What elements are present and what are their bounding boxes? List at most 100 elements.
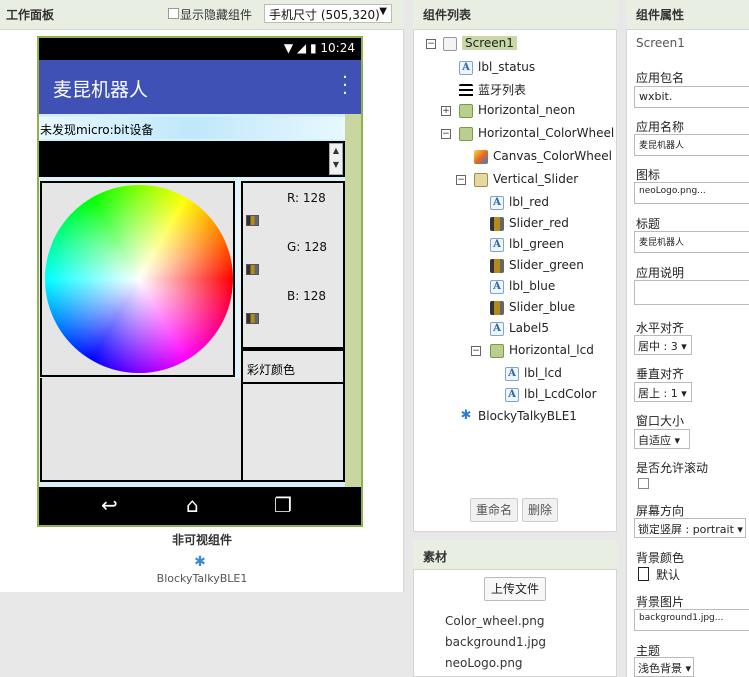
- app-name-label: 应用名称: [636, 120, 685, 134]
- vertical-arrangement-icon: [474, 172, 488, 187]
- app-name-input[interactable]: 麦昆机器人: [634, 134, 749, 156]
- screen-icon: [443, 36, 457, 51]
- tree-item-lbl-green[interactable]: Albl_green: [490, 237, 564, 255]
- tree-item-bluetooth-list[interactable]: 蓝牙列表: [459, 81, 526, 99]
- collapse-toggle-icon[interactable]: −: [471, 346, 481, 356]
- slider-red[interactable]: [246, 215, 259, 226]
- horizontal-arrangement-icon: [490, 343, 504, 358]
- recents-icon[interactable]: ❐: [274, 493, 292, 517]
- assets-header: 素材: [413, 540, 617, 570]
- canvas-colorwheel[interactable]: [40, 181, 235, 377]
- collapse-toggle-icon[interactable]: −: [441, 129, 451, 139]
- properties-title: 组件属性: [636, 8, 685, 22]
- lbl-red[interactable]: R: 128: [287, 191, 326, 205]
- horizontal-arrangement-icon: [459, 103, 473, 118]
- collapse-toggle-icon[interactable]: −: [426, 39, 436, 49]
- slider-green[interactable]: [246, 264, 259, 275]
- tree-item-canvas-colorwheel[interactable]: Canvas_ColorWheel: [474, 149, 612, 167]
- overflow-menu-icon[interactable]: · · ·: [341, 69, 349, 103]
- horizontal-arrangement-icon: [459, 126, 473, 141]
- properties-header: 组件属性: [626, 0, 749, 30]
- tree-item-blockytalkyble1[interactable]: ✱ BlockyTalkyBLE1: [459, 409, 577, 427]
- label-icon: A: [505, 366, 519, 381]
- scrollable-label: 是否允许滚动: [636, 461, 709, 475]
- package-name-label: 应用包名: [636, 71, 685, 85]
- nonvisible-component-name[interactable]: BlockyTalkyBLE1: [0, 572, 404, 585]
- bg-color-swatch[interactable]: [638, 567, 649, 581]
- wifi-icon: ▼: [283, 41, 294, 55]
- vertical-slider-arrangement: R: 128 G: 128 B: 128: [241, 181, 345, 349]
- bluetooth-icon[interactable]: ✱: [193, 554, 207, 570]
- tree-item-lbl-red[interactable]: Albl_red: [490, 195, 549, 213]
- slider-icon: [490, 300, 504, 315]
- show-hidden-label[interactable]: 显示隐藏组件: [180, 6, 252, 23]
- label-icon: A: [490, 195, 504, 210]
- phone-size-select[interactable]: 手机尺寸 (505,320) ▼: [264, 4, 392, 23]
- tree-item-vertical-slider[interactable]: Vertical_Slider: [474, 172, 578, 190]
- nonvisible-components-title: 非可视组件: [171, 533, 232, 547]
- bg-color-label: 背景颜色: [636, 551, 685, 565]
- components-title: 组件列表: [423, 8, 472, 22]
- status-icons: ▼ ◢ ▮ 10:24: [284, 41, 355, 55]
- horizontal-align-select[interactable]: 居中 : 3 ▾: [634, 335, 692, 355]
- tree-item-lbl-blue[interactable]: Albl_blue: [490, 279, 555, 297]
- tree-item-slider-blue[interactable]: Slider_blue: [490, 300, 575, 318]
- listview-icon: [459, 83, 473, 98]
- bluetooth-listview[interactable]: ▲ ▼: [39, 141, 345, 177]
- back-icon[interactable]: ↩: [101, 493, 118, 517]
- collapse-toggle-icon[interactable]: −: [456, 175, 466, 185]
- tree-item-lbl-lcd[interactable]: Albl_lcd: [505, 366, 562, 384]
- tree-item-screen1[interactable]: Screen1: [443, 36, 517, 54]
- icon-picker[interactable]: neoLogo.png...: [634, 182, 749, 204]
- viewer-title: 工作面板: [6, 8, 55, 22]
- home-icon[interactable]: ⌂: [186, 493, 199, 517]
- asset-item[interactable]: background1.jpg: [445, 635, 546, 649]
- colorwheel-arrangement-empty: [40, 378, 242, 482]
- sizing-select[interactable]: 自适应 ▾: [634, 429, 690, 449]
- tree-item-lbl-status[interactable]: Albl_status: [459, 60, 535, 78]
- status-bar: ▼ ◢ ▮ 10:24: [39, 38, 361, 60]
- color-wheel[interactable]: [45, 185, 233, 373]
- label-icon: A: [459, 60, 473, 75]
- rename-button[interactable]: 重命名: [470, 498, 518, 522]
- upload-file-button[interactable]: 上传文件: [484, 577, 546, 601]
- show-hidden-checkbox[interactable]: [168, 8, 179, 19]
- slider-blue[interactable]: [246, 313, 259, 324]
- canvas-icon: [474, 149, 488, 164]
- components-header: 组件列表: [413, 0, 617, 30]
- delete-button[interactable]: 删除: [522, 498, 558, 522]
- icon-label: 图标: [636, 168, 661, 182]
- slider-icon: [490, 216, 504, 231]
- list-scrollbar[interactable]: ▲ ▼: [329, 143, 343, 175]
- app-title: 麦昆机器人: [53, 79, 149, 101]
- lbl-lcd[interactable]: 彩灯颜色: [247, 361, 295, 378]
- lbl-lcdcolor[interactable]: [241, 384, 345, 482]
- vertical-align-select[interactable]: 居上 : 1 ▾: [634, 382, 692, 402]
- tree-item-slider-red[interactable]: Slider_red: [490, 216, 569, 234]
- bg-image-picker[interactable]: background1.jpg...: [634, 609, 749, 631]
- tree-item-label5[interactable]: A Label5: [490, 321, 549, 339]
- title-label: 标题: [636, 217, 661, 231]
- bg-color-value[interactable]: 默认: [656, 566, 680, 583]
- dropdown-arrow-icon: ▼: [379, 6, 387, 17]
- title-input[interactable]: 麦昆机器人: [634, 231, 749, 253]
- orientation-select[interactable]: 锁定竖屏 : portrait ▾: [634, 518, 746, 538]
- tree-item-horizontal-lcd[interactable]: Horizontal_lcd: [490, 343, 594, 361]
- properties-component-name: Screen1: [636, 36, 685, 50]
- asset-item[interactable]: Color_wheel.png: [445, 614, 545, 628]
- lbl-status[interactable]: 未发现micro:bit设备: [39, 117, 345, 139]
- horizontal-lcd[interactable]: 彩灯颜色: [241, 349, 345, 384]
- package-name-input[interactable]: wxbit.: [634, 86, 749, 108]
- theme-select[interactable]: 浅色背景 ▾: [634, 657, 694, 677]
- tree-item-slider-green[interactable]: Slider_green: [490, 258, 584, 276]
- nav-bar: ↩ ⌂ ❐: [39, 487, 361, 525]
- lbl-green[interactable]: G: 128: [287, 240, 327, 254]
- scrollable-checkbox[interactable]: [638, 478, 649, 489]
- about-textarea[interactable]: [634, 280, 749, 305]
- tree-item-horizontal-colorwheel[interactable]: Horizontal_ColorWheel: [459, 126, 614, 144]
- tree-item-horizontal-neon[interactable]: Horizontal_neon: [459, 103, 575, 121]
- lbl-blue[interactable]: B: 128: [287, 289, 326, 303]
- tree-item-lbl-lcdcolor[interactable]: Albl_LcdColor: [505, 387, 597, 405]
- asset-item[interactable]: neoLogo.png: [445, 656, 523, 670]
- expand-toggle-icon[interactable]: +: [441, 106, 451, 116]
